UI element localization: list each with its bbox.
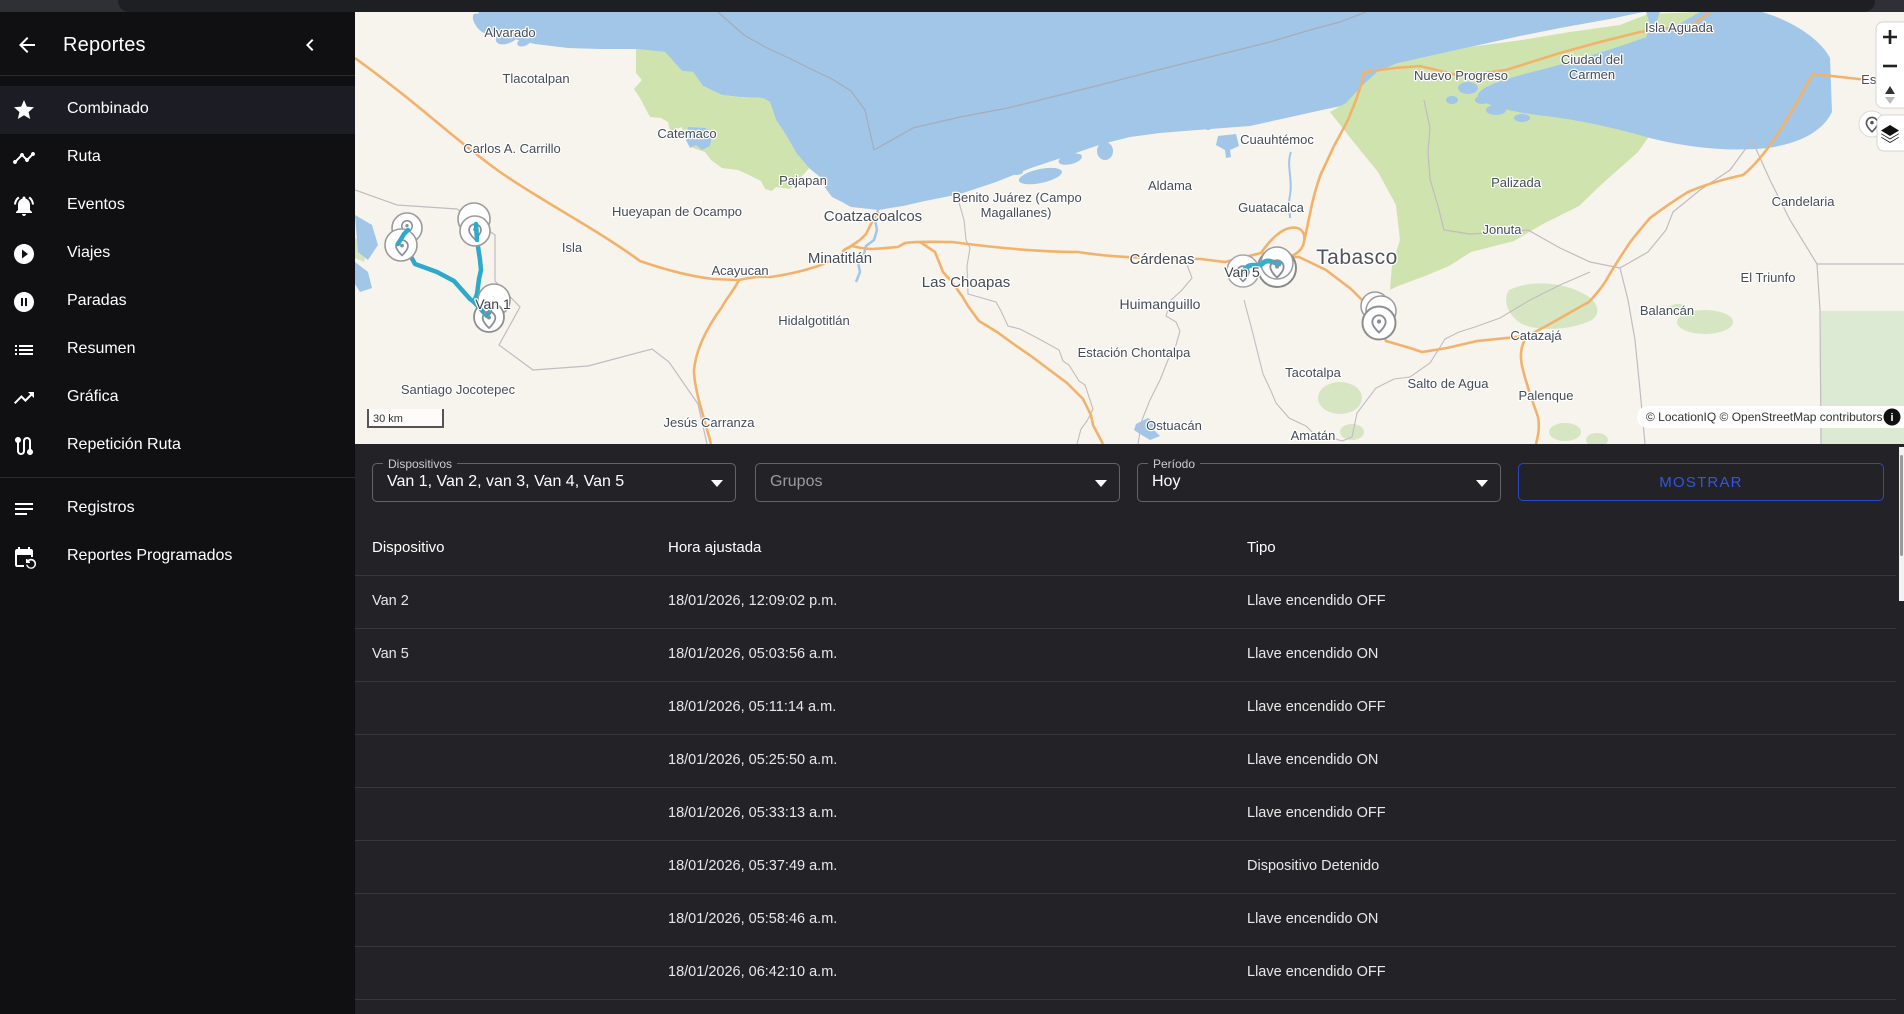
svg-text:Minatitlán: Minatitlán: [808, 250, 872, 267]
svg-text:Balancán: Balancán: [1640, 303, 1694, 318]
svg-text:© LocationIQ © OpenStreetMap c: © LocationIQ © OpenStreetMap contributor…: [1646, 410, 1882, 424]
svg-text:Ciudad del: Ciudad del: [1561, 52, 1623, 67]
svg-text:Pajapan: Pajapan: [779, 173, 827, 188]
svg-text:Carlos A. Carrillo: Carlos A. Carrillo: [463, 141, 561, 156]
svg-text:Palizada: Palizada: [1491, 175, 1542, 190]
svg-text:Coatzacoalcos: Coatzacoalcos: [824, 208, 922, 225]
svg-text:Salto de Agua: Salto de Agua: [1408, 376, 1490, 391]
svg-text:Isla: Isla: [562, 240, 583, 255]
svg-text:Huimanguillo: Huimanguillo: [1120, 296, 1201, 312]
svg-text:Cuauhtémoc: Cuauhtémoc: [1240, 132, 1314, 147]
svg-text:Aldama: Aldama: [1148, 178, 1193, 193]
svg-text:Acayucan: Acayucan: [711, 263, 768, 278]
svg-text:Estación Chontalpa: Estación Chontalpa: [1078, 345, 1192, 360]
svg-text:Catazajá: Catazajá: [1510, 328, 1562, 343]
svg-text:Candelaria: Candelaria: [1772, 194, 1836, 209]
svg-text:Alvarado: Alvarado: [484, 25, 535, 40]
svg-text:Jesús Carranza: Jesús Carranza: [663, 415, 755, 430]
svg-text:Ostuacán: Ostuacán: [1146, 418, 1202, 433]
svg-text:Van 5: Van 5: [1224, 264, 1260, 280]
svg-text:Carmen: Carmen: [1569, 67, 1615, 82]
svg-text:Van 1: Van 1: [475, 296, 511, 312]
svg-text:Palenque: Palenque: [1519, 388, 1574, 403]
svg-text:Jonuta: Jonuta: [1482, 222, 1522, 237]
svg-text:Tacotalpa: Tacotalpa: [1285, 365, 1341, 380]
svg-text:Amatán: Amatán: [1291, 428, 1336, 443]
svg-text:Cárdenas: Cárdenas: [1129, 251, 1194, 268]
svg-text:Guatacalca: Guatacalca: [1238, 200, 1305, 215]
svg-text:Las Choapas: Las Choapas: [922, 274, 1010, 291]
svg-text:Hidalgotitlán: Hidalgotitlán: [778, 313, 850, 328]
svg-text:El Triunfo: El Triunfo: [1741, 270, 1796, 285]
svg-text:30 km: 30 km: [373, 413, 403, 425]
svg-text:Magallanes): Magallanes): [981, 205, 1052, 220]
svg-text:Santiago Jocotepec: Santiago Jocotepec: [401, 382, 516, 397]
svg-text:Nuevo Progreso: Nuevo Progreso: [1414, 68, 1508, 83]
svg-text:Tabasco: Tabasco: [1316, 246, 1398, 269]
svg-text:Hueyapan de Ocampo: Hueyapan de Ocampo: [612, 204, 742, 219]
svg-text:i: i: [1890, 412, 1893, 424]
svg-text:Benito Juárez (Campo: Benito Juárez (Campo: [952, 190, 1081, 205]
svg-text:Catemaco: Catemaco: [657, 126, 716, 141]
svg-text:Tlacotalpan: Tlacotalpan: [502, 71, 569, 86]
svg-text:Isla Aguada: Isla Aguada: [1645, 20, 1714, 35]
